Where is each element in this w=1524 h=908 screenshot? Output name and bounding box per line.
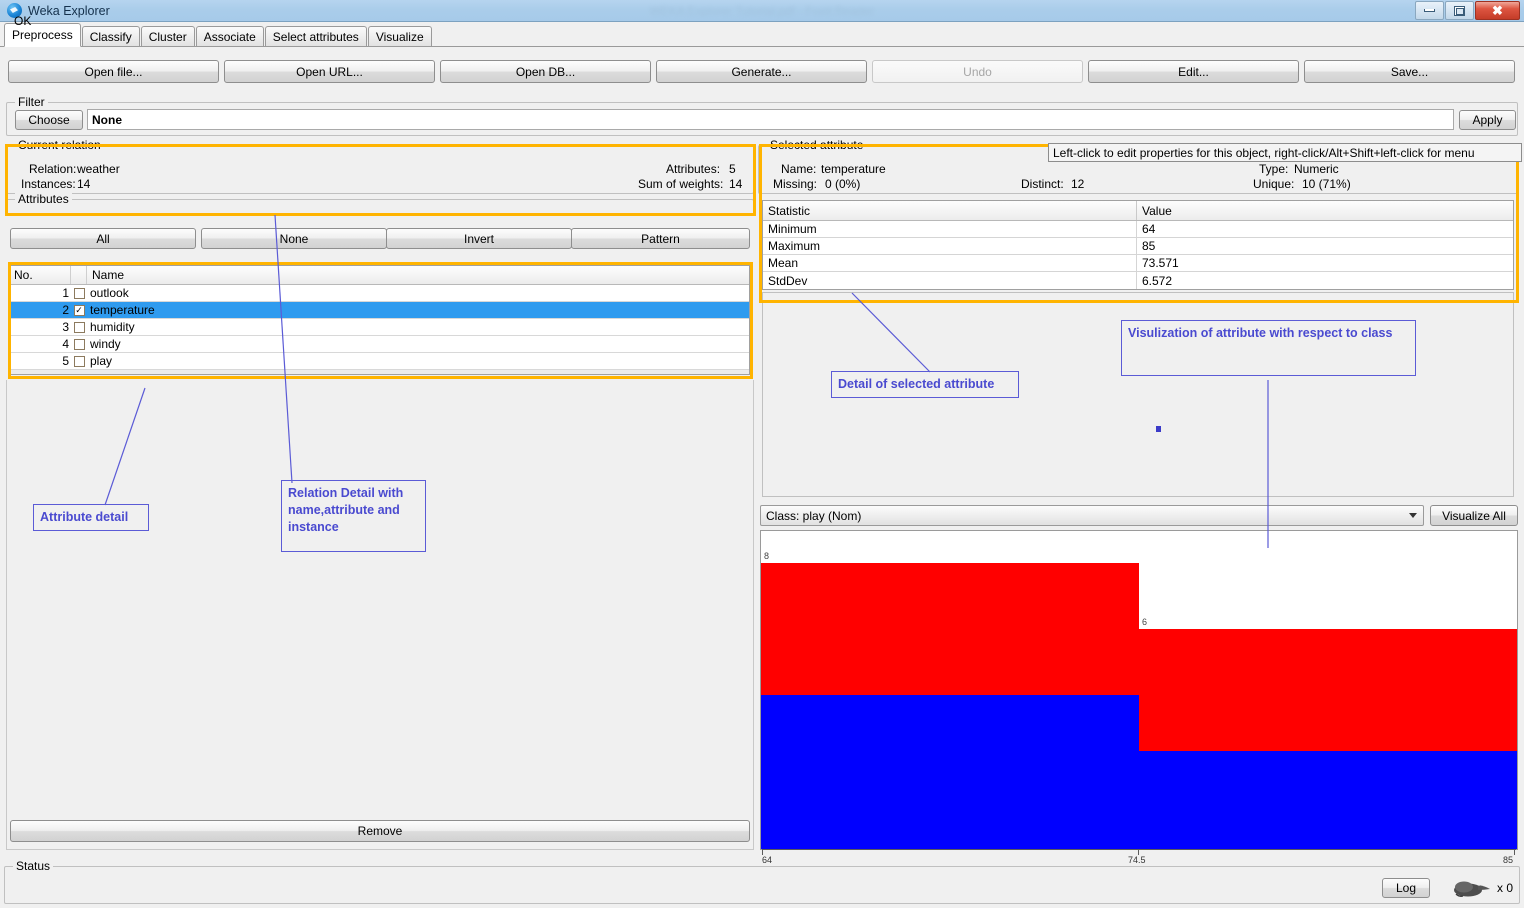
- annotation-attribute-detail: Attribute detail: [33, 504, 149, 531]
- annotation-leader-lines: [104, 214, 1269, 548]
- property-editor-tooltip: Left-click to edit properties for this o…: [1048, 143, 1522, 162]
- annotation-relation-detail: Relation Detail with name,attribute and …: [281, 480, 426, 552]
- annotation-dot: [1156, 426, 1161, 432]
- annotation-visualization: Visulization of attribute with respect t…: [1121, 320, 1416, 376]
- annotation-selected-attribute-detail: Detail of selected attribute: [831, 371, 1019, 398]
